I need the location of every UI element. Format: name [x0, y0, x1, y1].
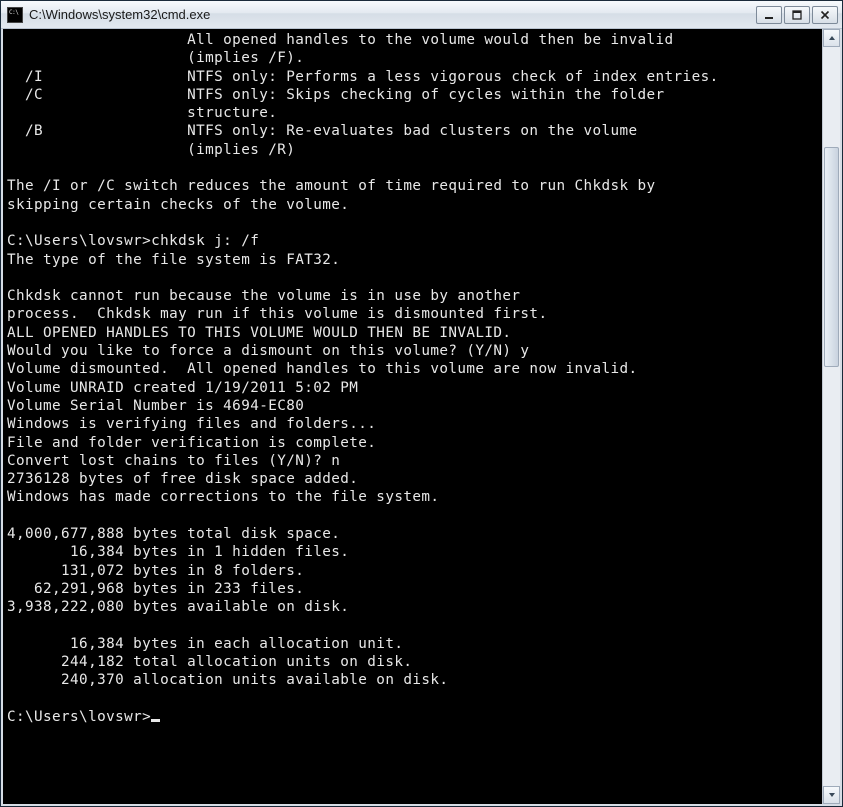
terminal-line: Volume Serial Number is 4694-EC80 [7, 397, 822, 415]
chevron-down-icon [828, 791, 836, 799]
vertical-scrollbar[interactable] [822, 29, 840, 804]
terminal-line: C:\Users\lovswr>chkdsk j: /f [7, 232, 822, 250]
terminal-line: The /I or /C switch reduces the amount o… [7, 177, 822, 195]
terminal-line: Convert lost chains to files (Y/N)? n [7, 452, 822, 470]
chevron-up-icon [828, 34, 836, 42]
terminal-line: 244,182 total allocation units on disk. [7, 653, 822, 671]
terminal-line: File and folder verification is complete… [7, 434, 822, 452]
terminal-line: 240,370 allocation units available on di… [7, 671, 822, 689]
cmd-icon [7, 7, 23, 23]
terminal-line: ALL OPENED HANDLES TO THIS VOLUME WOULD … [7, 324, 822, 342]
terminal-line [7, 269, 822, 287]
terminal-line: Would you like to force a dismount on th… [7, 342, 822, 360]
terminal-line [7, 159, 822, 177]
window-title: C:\Windows\system32\cmd.exe [29, 7, 756, 22]
terminal-line [7, 214, 822, 232]
minimize-icon [764, 10, 774, 20]
titlebar[interactable]: C:\Windows\system32\cmd.exe [1, 1, 842, 29]
cmd-window: C:\Windows\system32\cmd.exe [0, 0, 843, 807]
terminal-line: (implies /R) [7, 141, 822, 159]
terminal-line: structure. [7, 104, 822, 122]
terminal-line: All opened handles to the volume would t… [7, 31, 822, 49]
terminal-line: Volume dismounted. All opened handles to… [7, 360, 822, 378]
terminal-line [7, 690, 822, 708]
window-controls [756, 6, 838, 24]
terminal-line: 62,291,968 bytes in 233 files. [7, 580, 822, 598]
terminal-prompt[interactable]: C:\Users\lovswr> [7, 708, 822, 726]
terminal-line [7, 617, 822, 635]
scroll-down-button[interactable] [823, 786, 840, 804]
scroll-up-button[interactable] [823, 29, 840, 47]
terminal-line: /C NTFS only: Skips checking of cycles w… [7, 86, 822, 104]
maximize-icon [792, 10, 802, 20]
prompt-text: C:\Users\lovswr> [7, 709, 151, 725]
terminal-line: Volume UNRAID created 1/19/2011 5:02 PM [7, 379, 822, 397]
terminal-line: 2736128 bytes of free disk space added. [7, 470, 822, 488]
terminal-line: 4,000,677,888 bytes total disk space. [7, 525, 822, 543]
terminal-line: process. Chkdsk may run if this volume i… [7, 305, 822, 323]
terminal-line: Chkdsk cannot run because the volume is … [7, 287, 822, 305]
close-button[interactable] [812, 6, 838, 24]
terminal-line [7, 507, 822, 525]
scroll-thumb[interactable] [824, 147, 839, 367]
terminal-line: 16,384 bytes in each allocation unit. [7, 635, 822, 653]
minimize-button[interactable] [756, 6, 782, 24]
terminal-line: /I NTFS only: Performs a less vigorous c… [7, 68, 822, 86]
terminal-line: 3,938,222,080 bytes available on disk. [7, 598, 822, 616]
cursor [151, 719, 160, 722]
maximize-button[interactable] [784, 6, 810, 24]
client-area: All opened handles to the volume would t… [1, 29, 842, 806]
terminal-line: /B NTFS only: Re-evaluates bad clusters … [7, 122, 822, 140]
terminal-line: skipping certain checks of the volume. [7, 196, 822, 214]
terminal-line: The type of the file system is FAT32. [7, 251, 822, 269]
scroll-track[interactable] [823, 47, 840, 786]
terminal-line: (implies /F). [7, 49, 822, 67]
terminal-line: 16,384 bytes in 1 hidden files. [7, 543, 822, 561]
terminal-line: 131,072 bytes in 8 folders. [7, 562, 822, 580]
close-icon [820, 10, 830, 20]
terminal-line: Windows has made corrections to the file… [7, 488, 822, 506]
terminal-line: Windows is verifying files and folders..… [7, 415, 822, 433]
terminal-output[interactable]: All opened handles to the volume would t… [3, 29, 822, 804]
